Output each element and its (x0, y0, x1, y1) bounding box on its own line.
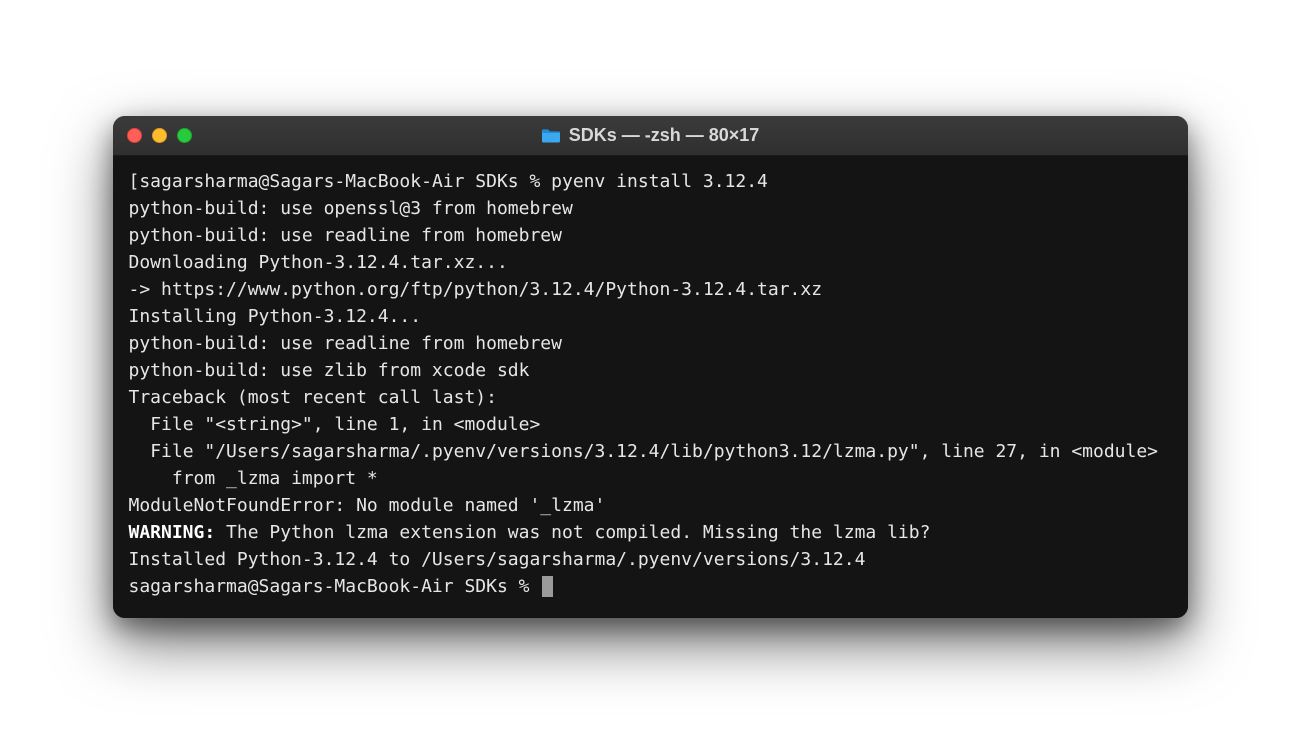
terminal-line: python-build: use readline from homebrew (129, 330, 1172, 357)
terminal-window: SDKs — -zsh — 80×17 [sagarsharma@Sagars-… (113, 116, 1188, 618)
terminal-text: The Python lzma extension was not compil… (215, 522, 930, 543)
terminal-text: Installed Python-3.12.4 to /Users/sagars… (129, 549, 866, 570)
terminal-line: WARNING: The Python lzma extension was n… (129, 519, 1172, 546)
terminal-line: Downloading Python-3.12.4.tar.xz... (129, 249, 1172, 276)
bracket: [ (129, 171, 140, 192)
terminal-text: Traceback (most recent call last): (129, 387, 497, 408)
terminal-text: File "<string>", line 1, in <module> (129, 414, 541, 435)
terminal-text: python-build: use readline from homebrew (129, 225, 562, 246)
window-title: SDKs — -zsh — 80×17 (113, 125, 1188, 146)
terminal-text: File "/Users/sagarsharma/.pyenv/versions… (129, 441, 1159, 462)
terminal-output[interactable]: [sagarsharma@Sagars-MacBook-Air SDKs % p… (113, 156, 1188, 618)
terminal-text: python-build: use readline from homebrew (129, 333, 562, 354)
maximize-icon[interactable] (177, 128, 192, 143)
terminal-line: Traceback (most recent call last): (129, 384, 1172, 411)
terminal-text: Installing Python-3.12.4... (129, 306, 422, 327)
terminal-line: sagarsharma@Sagars-MacBook-Air SDKs % (129, 573, 1172, 600)
minimize-icon[interactable] (152, 128, 167, 143)
terminal-line: File "/Users/sagarsharma/.pyenv/versions… (129, 438, 1172, 465)
traffic-lights (127, 128, 192, 143)
terminal-text: ModuleNotFoundError: No module named '_l… (129, 495, 606, 516)
terminal-line: python-build: use readline from homebrew (129, 222, 1172, 249)
terminal-line: python-build: use zlib from xcode sdk (129, 357, 1172, 384)
terminal-line: python-build: use openssl@3 from homebre… (129, 195, 1172, 222)
terminal-line: File "<string>", line 1, in <module> (129, 411, 1172, 438)
terminal-text: -> https://www.python.org/ftp/python/3.1… (129, 279, 823, 300)
terminal-line: from _lzma import * (129, 465, 1172, 492)
terminal-text: from _lzma import * (129, 468, 378, 489)
terminal-text: sagarsharma@Sagars-MacBook-Air SDKs % py… (139, 171, 768, 192)
terminal-line: [sagarsharma@Sagars-MacBook-Air SDKs % p… (129, 168, 1172, 195)
terminal-text: python-build: use openssl@3 from homebre… (129, 198, 573, 219)
terminal-text: python-build: use zlib from xcode sdk (129, 360, 530, 381)
cursor (542, 576, 553, 597)
terminal-line: ModuleNotFoundError: No module named '_l… (129, 492, 1172, 519)
terminal-text: sagarsharma@Sagars-MacBook-Air SDKs % (129, 576, 541, 597)
terminal-line: Installed Python-3.12.4 to /Users/sagars… (129, 546, 1172, 573)
warning-label: WARNING: (129, 522, 216, 543)
terminal-line: -> https://www.python.org/ftp/python/3.1… (129, 276, 1172, 303)
window-title-text: SDKs — -zsh — 80×17 (569, 125, 760, 146)
titlebar[interactable]: SDKs — -zsh — 80×17 (113, 116, 1188, 156)
folder-icon (541, 128, 561, 144)
terminal-text: Downloading Python-3.12.4.tar.xz... (129, 252, 508, 273)
close-icon[interactable] (127, 128, 142, 143)
terminal-line: Installing Python-3.12.4... (129, 303, 1172, 330)
